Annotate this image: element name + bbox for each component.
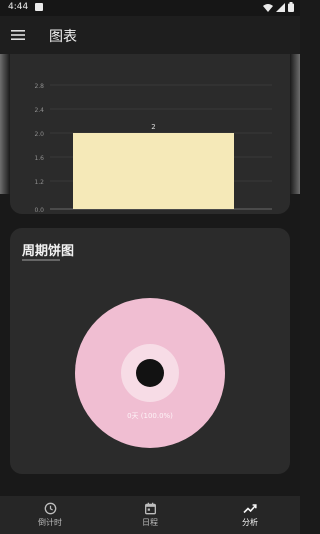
pie-card-title: 周期饼图 bbox=[22, 244, 75, 259]
clock-icon bbox=[44, 502, 56, 515]
bar-chart-card: 0.01.21.62.02.42.820 bbox=[10, 54, 290, 221]
notification-icon bbox=[35, 3, 43, 11]
scroll-edge-left bbox=[0, 54, 10, 194]
menu-icon[interactable] bbox=[10, 27, 26, 43]
scroll-edge-right bbox=[290, 54, 300, 194]
status-bar: 4:44 bbox=[0, 0, 300, 16]
y-tick-label: 2.0 bbox=[34, 131, 44, 138]
y-tick-label: 1.6 bbox=[34, 155, 44, 162]
pie-hole bbox=[136, 359, 164, 387]
calendar-icon bbox=[144, 502, 156, 515]
nav-analysis-label: 分析 bbox=[242, 518, 258, 527]
bar bbox=[73, 133, 234, 209]
battery-icon bbox=[288, 2, 294, 12]
system-icons bbox=[263, 2, 294, 12]
trending-up-icon bbox=[243, 504, 257, 514]
app-bar: 图表 bbox=[0, 16, 300, 54]
y-tick-label: 2.4 bbox=[34, 107, 44, 114]
y-tick-label: 1.2 bbox=[34, 179, 44, 186]
y-tick-label: 0.0 bbox=[34, 207, 44, 214]
signal-icon bbox=[276, 2, 285, 12]
nav-analysis[interactable]: 分析 bbox=[200, 496, 300, 534]
main-content[interactable]: 0.01.21.62.02.42.820 周期饼图 0天 (100.0%) bbox=[0, 54, 300, 496]
nav-countdown[interactable]: 倒计时 bbox=[0, 496, 100, 534]
title-underline bbox=[22, 259, 60, 261]
status-time: 4:44 bbox=[8, 2, 29, 12]
nav-schedule[interactable]: 日程 bbox=[100, 496, 200, 534]
page-title: 图表 bbox=[49, 29, 77, 45]
pie-chart-card: 周期饼图 0天 (100.0%) bbox=[10, 228, 290, 474]
nav-schedule-label: 日程 bbox=[142, 518, 158, 527]
y-tick-label: 2.8 bbox=[34, 83, 44, 90]
bottom-navigation: 倒计时 日程 分析 bbox=[0, 496, 300, 534]
wifi-icon bbox=[263, 3, 273, 12]
pie-chart: 0天 (100.0%) bbox=[75, 298, 225, 448]
nav-countdown-label: 倒计时 bbox=[38, 518, 62, 527]
bar-value-label: 2 bbox=[151, 123, 155, 131]
pie-slice-label: 0天 (100.0%) bbox=[127, 412, 173, 420]
bar-chart: 0.01.21.62.02.42.820 bbox=[34, 83, 272, 221]
